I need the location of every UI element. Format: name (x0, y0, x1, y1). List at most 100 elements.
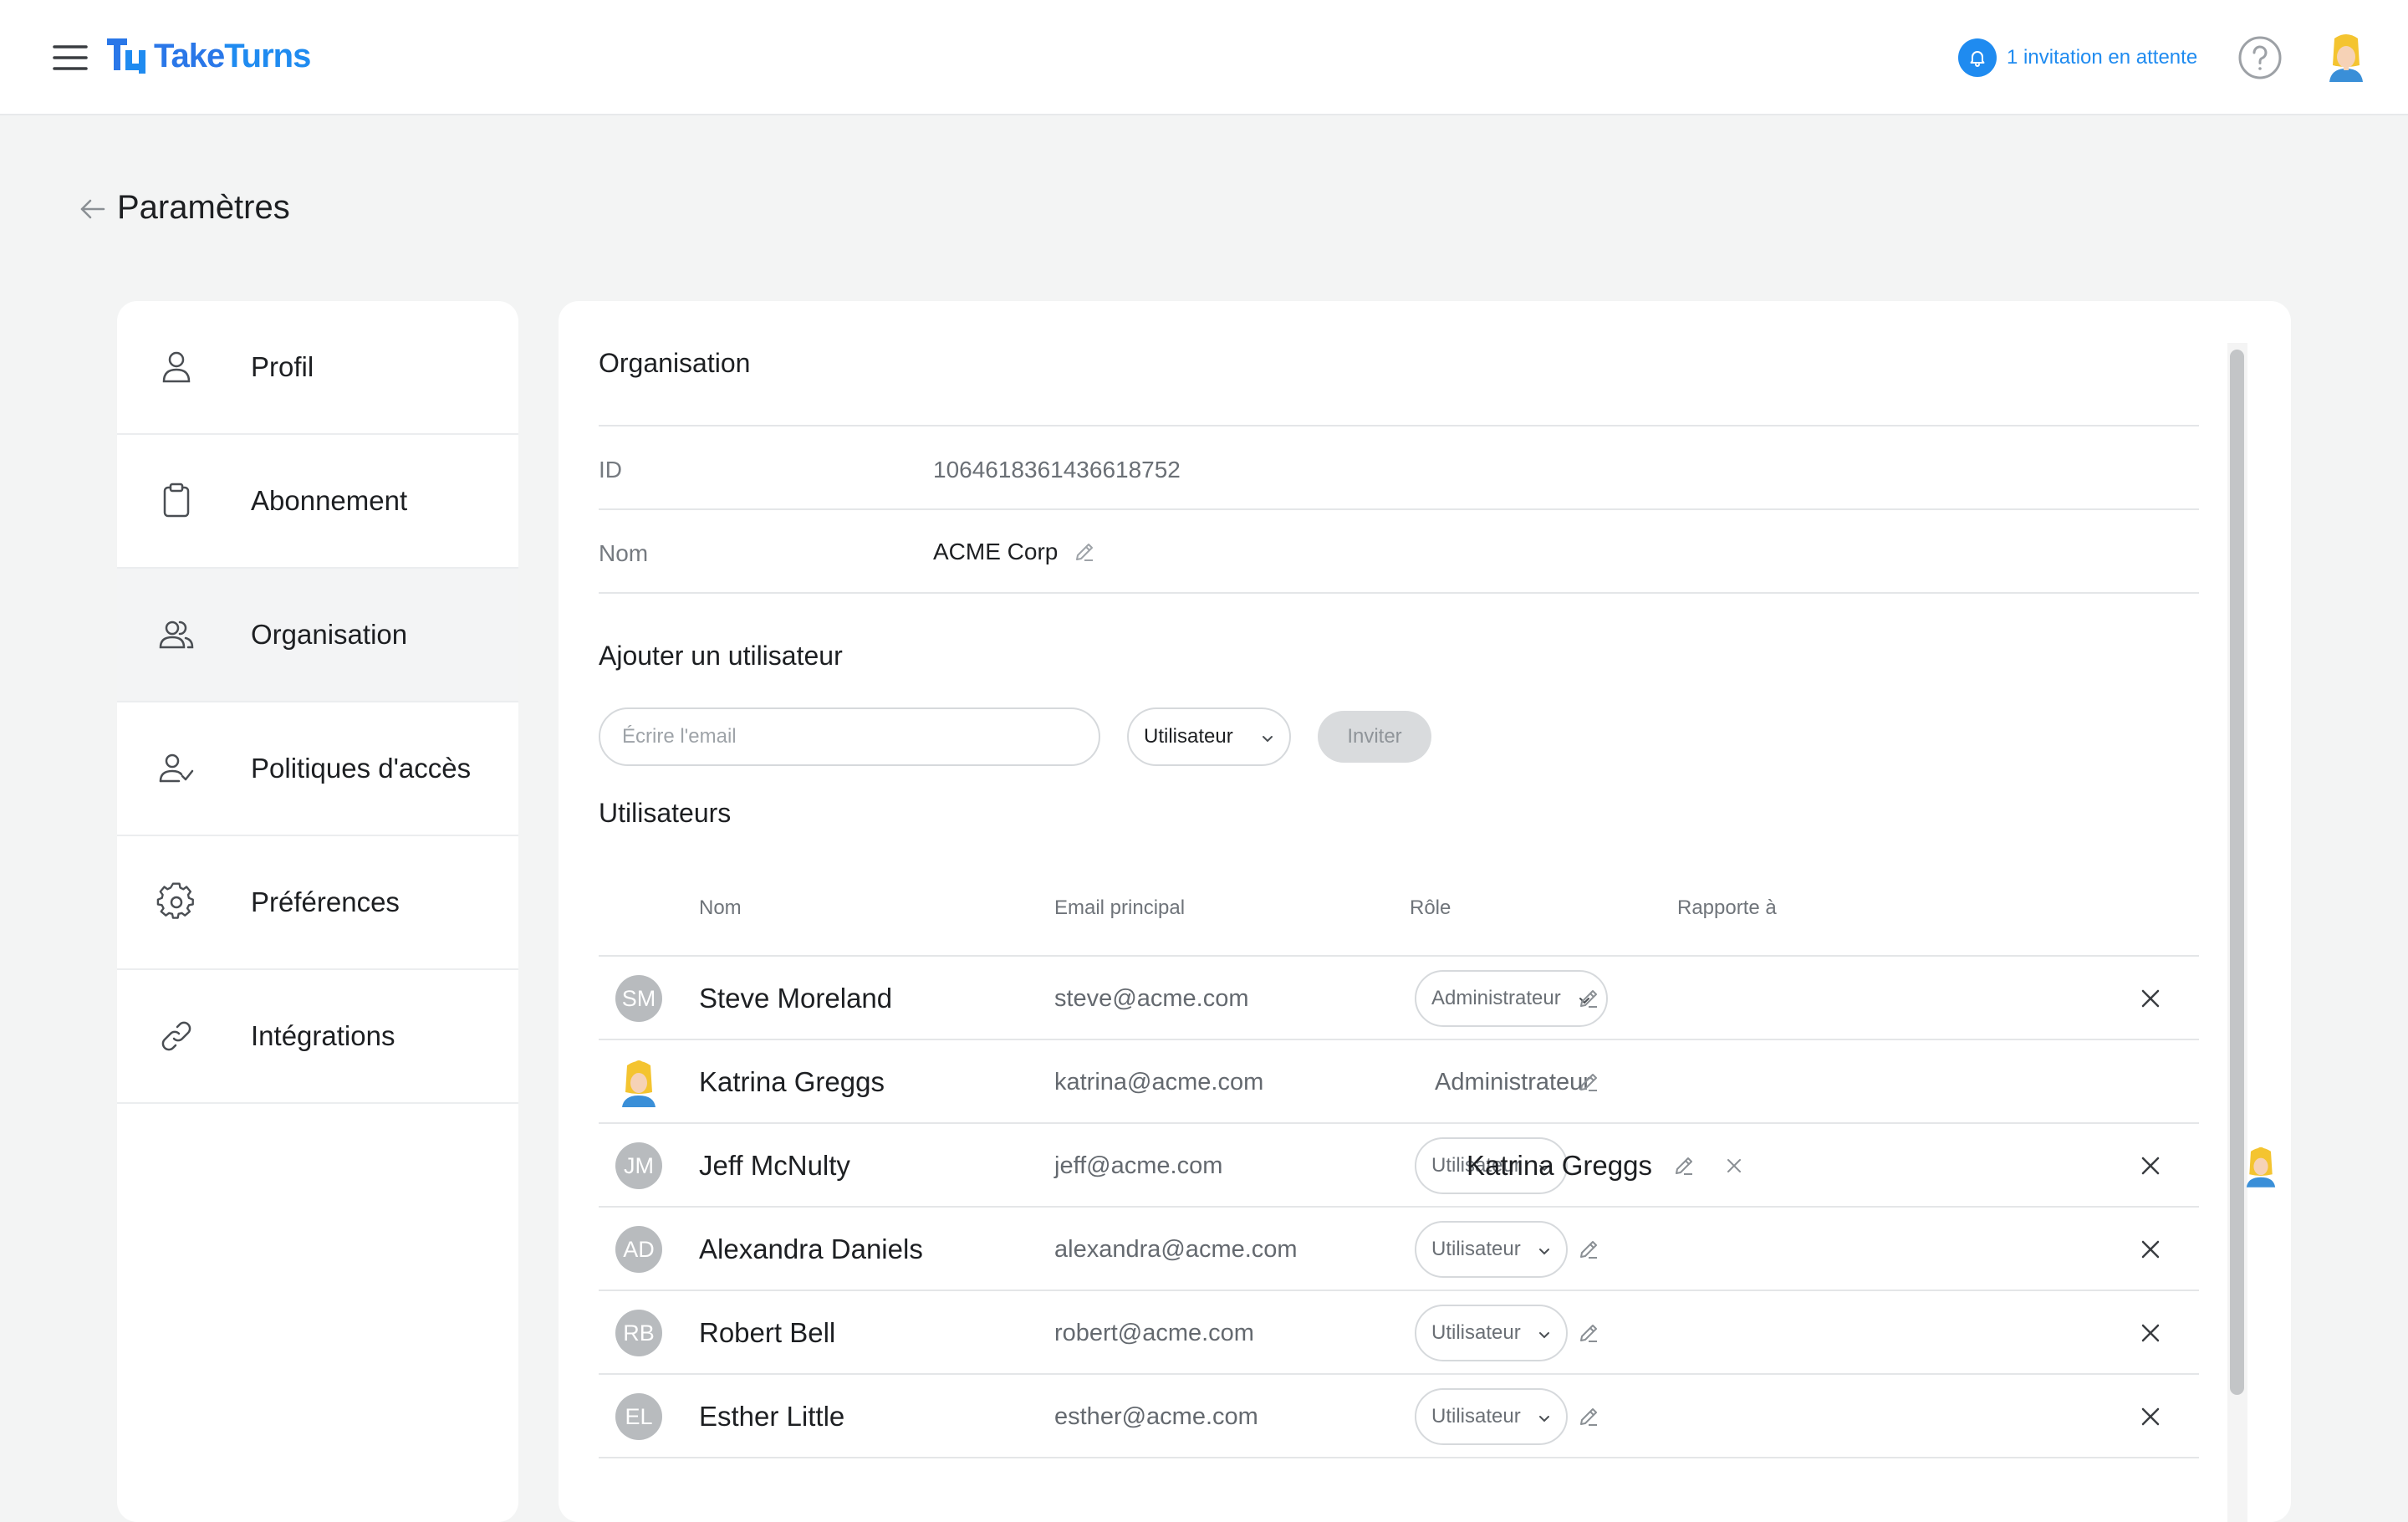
user-name: Robert Bell (699, 1317, 836, 1348)
remove-user-icon[interactable] (2139, 1154, 2162, 1177)
user-email: jeff@acme.com (1054, 1152, 1223, 1179)
user-email: steve@acme.com (1054, 985, 1249, 1012)
clear-reports-to-icon[interactable] (1724, 1156, 1744, 1176)
edit-pencil-icon[interactable] (1073, 540, 1096, 564)
column-header-role: Rôle (1410, 896, 1451, 919)
chevron-down-icon (1538, 1249, 1549, 1255)
column-header-email: Email principal (1054, 896, 1186, 919)
remove-user-icon[interactable] (2139, 1405, 2162, 1428)
column-header-name: Nom (699, 896, 742, 919)
edit-reports-to-icon[interactable] (1672, 1154, 1696, 1177)
users-icon (159, 621, 194, 649)
remove-user-icon[interactable] (2139, 1321, 2162, 1345)
sidebar-item-label: Organisation (251, 619, 408, 650)
edit-reports-to-icon[interactable] (1577, 1405, 1600, 1428)
user-check-icon (159, 753, 194, 783)
user-name: Esther Little (699, 1401, 845, 1432)
name-label: Nom (599, 540, 649, 566)
table-row: Katrina Greggs katrina@acme.com Administ… (599, 1040, 2199, 1124)
user-role-select[interactable]: Utilisateur (1415, 1221, 1568, 1278)
avatar: SM (615, 975, 662, 1022)
table-row: AD Alexandra Daniels alexandra@acme.com … (599, 1208, 2199, 1291)
sidebar-item-label: Politiques d'accès (251, 753, 472, 784)
avatar: AD (615, 1226, 662, 1273)
add-user-title: Ajouter un utilisateur (599, 641, 843, 671)
hamburger-menu-icon[interactable] (52, 43, 89, 72)
back-arrow-icon[interactable] (79, 197, 107, 221)
table-row: EL Esther Little esther@acme.com Utilisa… (599, 1375, 2199, 1458)
invite-button[interactable]: Inviter (1318, 711, 1431, 763)
reports-to-name: Katrina Greggs (1467, 1150, 1652, 1181)
remove-user-icon[interactable] (2139, 1238, 2162, 1261)
edit-reports-to-icon[interactable] (1577, 1238, 1600, 1261)
link-icon (161, 1021, 191, 1051)
bell-icon (1958, 38, 1997, 77)
sidebar-item-label: Préférences (251, 886, 400, 917)
chevron-down-icon (1263, 736, 1273, 743)
avatar: RB (615, 1310, 662, 1356)
users-title: Utilisateurs (599, 798, 732, 828)
user-role-select[interactable]: Utilisateur (1415, 1388, 1568, 1445)
user-role-select[interactable]: Utilisateur (1415, 1305, 1568, 1361)
divider (599, 592, 2199, 594)
organisation-section-title: Organisation (599, 348, 751, 378)
user-name: Alexandra Daniels (699, 1233, 923, 1264)
new-user-role-select[interactable]: Utilisateur (1127, 707, 1291, 766)
edit-reports-to-icon[interactable] (1577, 987, 1600, 1010)
avatar (622, 1060, 656, 1107)
organisation-panel: Organisation ID 1064618361436618752 Nom … (559, 301, 2291, 1522)
column-header-reports-to: Rapporte à (1677, 896, 1777, 919)
edit-reports-to-icon[interactable] (1577, 1070, 1600, 1094)
divider (599, 425, 2199, 426)
avatar: EL (615, 1393, 662, 1440)
user-role-value: Utilisateur (1431, 1238, 1521, 1260)
invitation-label: 1 invitation en attente (2007, 46, 2198, 69)
email-input[interactable] (599, 707, 1100, 766)
user-avatar[interactable] (2321, 32, 2371, 82)
help-icon[interactable] (2237, 35, 2283, 80)
org-id-value: 1064618361436618752 (933, 457, 1181, 483)
sidebar-item-politiques-acces[interactable]: Politiques d'accès (117, 702, 518, 836)
user-role-value: Administrateur (1435, 1069, 1591, 1096)
user-name: Jeff McNulty (699, 1150, 850, 1181)
avatar: JM (615, 1142, 662, 1189)
page-title: Paramètres (117, 189, 290, 226)
table-row: RB Robert Bell robert@acme.com Utilisate… (599, 1291, 2199, 1375)
chevron-down-icon (1538, 1332, 1549, 1339)
user-role-value: Utilisateur (1431, 1405, 1521, 1428)
remove-user-icon[interactable] (2139, 987, 2162, 1010)
user-email: katrina@acme.com (1054, 1069, 1264, 1096)
org-name-value: ACME Corp (933, 539, 1059, 564)
user-icon (162, 351, 191, 383)
pending-invitations-link[interactable]: 1 invitation en attente (1958, 38, 2197, 77)
sidebar-item-profil[interactable]: Profil (117, 301, 518, 435)
org-name: ACME Corp (933, 539, 1096, 565)
sidebar-item-label: Profil (251, 351, 314, 382)
role-select-value: Utilisateur (1144, 725, 1233, 748)
clipboard-icon (163, 483, 190, 518)
sidebar-item-organisation[interactable]: Organisation (117, 569, 518, 702)
id-label: ID (599, 457, 622, 483)
divider (599, 508, 2199, 510)
sidebar-item-preferences[interactable]: Préférences (117, 836, 518, 970)
user-email: alexandra@acme.com (1054, 1236, 1298, 1263)
user-email: robert@acme.com (1054, 1320, 1254, 1346)
user-role-value: Utilisateur (1431, 1321, 1521, 1344)
settings-sidebar: Profil Abonnement Organisation Politique… (117, 301, 518, 1522)
user-name: Steve Moreland (699, 983, 893, 1014)
chevron-down-icon (1538, 1416, 1549, 1422)
taketurns-logo[interactable]: TakeTurns (105, 33, 311, 79)
logo-mark-icon (107, 38, 145, 74)
user-email: esther@acme.com (1054, 1403, 1258, 1430)
table-row: SM Steve Moreland steve@acme.com Adminis… (599, 957, 2199, 1040)
sidebar-item-abonnement[interactable]: Abonnement (117, 435, 518, 569)
manager-avatar (2246, 1147, 2276, 1187)
sidebar-item-integrations[interactable]: Intégrations (117, 970, 518, 1104)
table-row: JM Jeff McNulty jeff@acme.com Utilisateu… (599, 1124, 2276, 1208)
edit-reports-to-icon[interactable] (1577, 1321, 1600, 1345)
top-bar: TakeTurns 1 invitation en attente (0, 0, 2408, 115)
logo-text: TakeTurns (154, 37, 311, 74)
gear-icon (156, 882, 194, 919)
scrollbar-thumb[interactable] (2230, 350, 2244, 1395)
sidebar-item-label: Abonnement (251, 485, 408, 516)
